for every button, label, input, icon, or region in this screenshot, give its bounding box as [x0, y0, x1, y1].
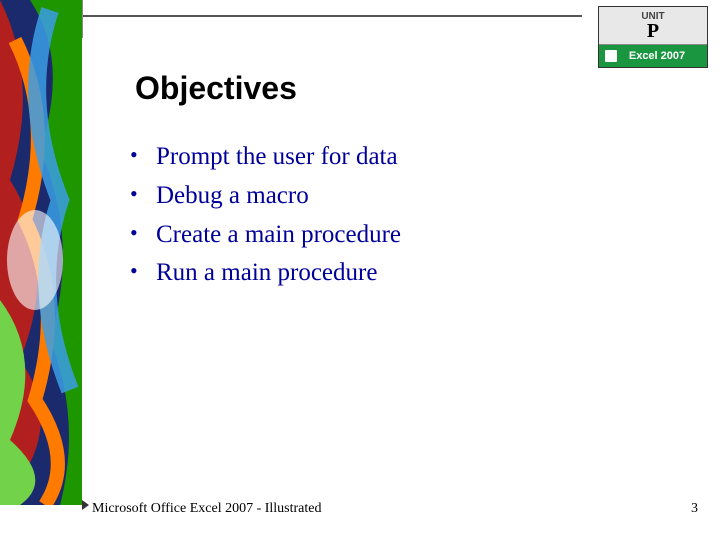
page-title: Objectives: [135, 70, 297, 107]
badge-unit-letter: P: [599, 22, 707, 40]
decorative-art-strip: [0, 0, 82, 505]
badge-product-name: Excel 2007: [621, 50, 685, 62]
list-item: Create a main procedure: [130, 216, 401, 255]
header-rule: [82, 15, 582, 17]
unit-badge: UNIT P Excel 2007: [598, 6, 708, 68]
footer-text: Microsoft Office Excel 2007 - Illustrate…: [92, 501, 322, 517]
header-rule-vertical: [82, 0, 83, 38]
objectives-list: Prompt the user for data Debug a macro C…: [130, 138, 401, 293]
list-item: Prompt the user for data: [130, 138, 401, 177]
list-item: Run a main procedure: [130, 254, 401, 293]
footer-marker-icon: [82, 500, 89, 510]
page-number: 3: [691, 501, 698, 517]
list-item: Debug a macro: [130, 177, 401, 216]
